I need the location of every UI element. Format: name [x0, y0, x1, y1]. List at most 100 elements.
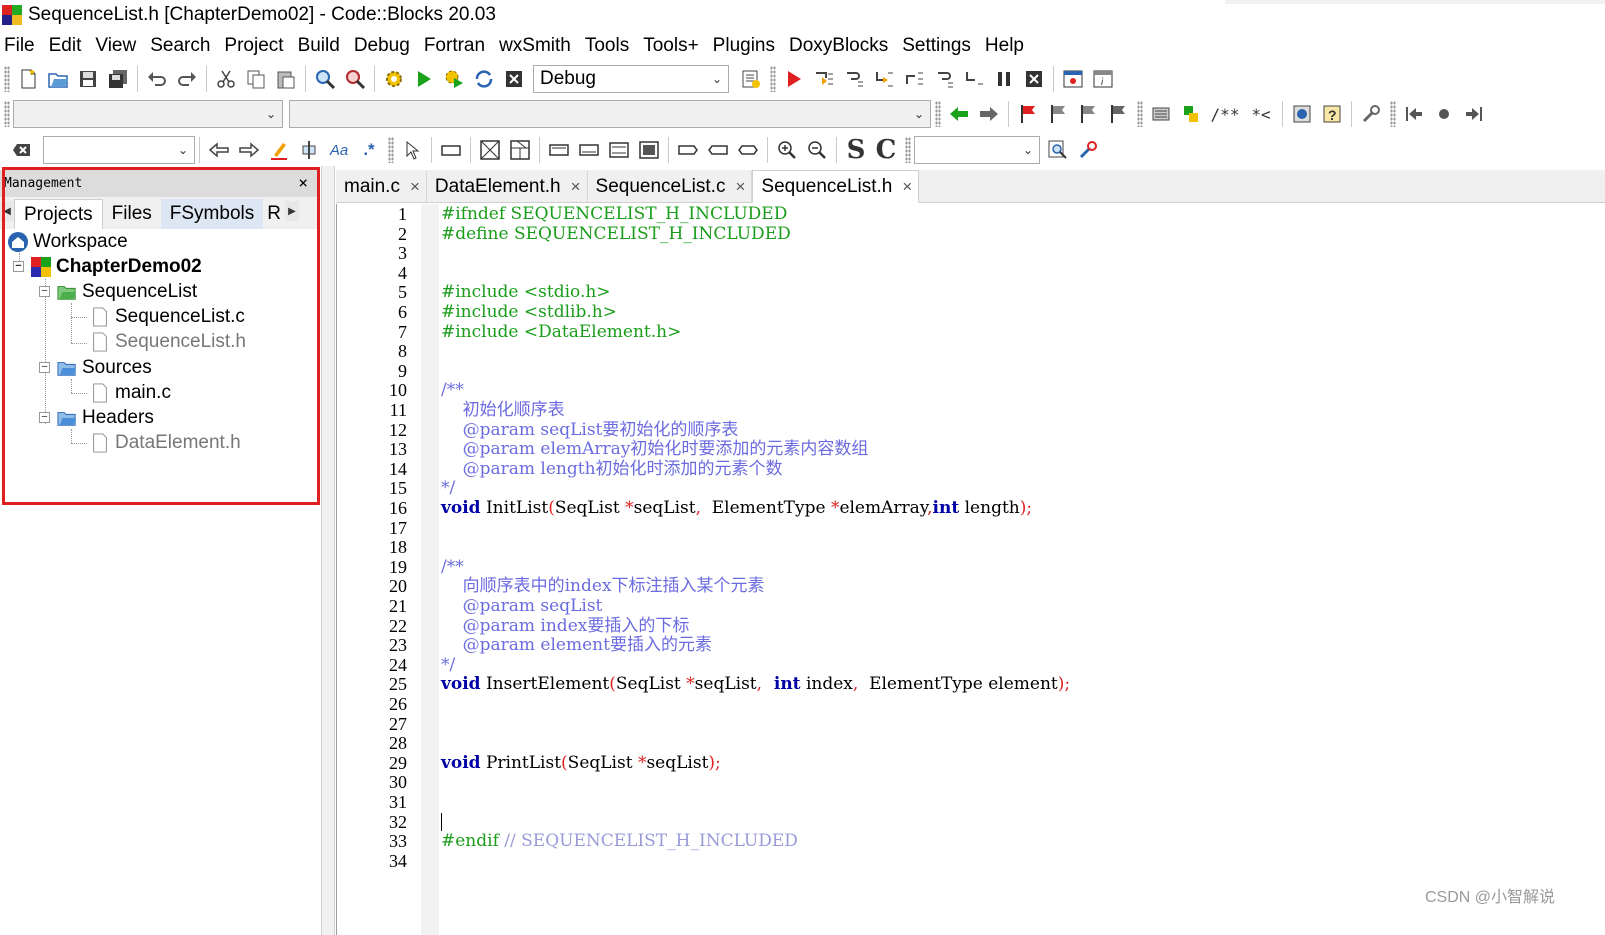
shape-ifelse-icon[interactable]: [506, 136, 534, 164]
build-target-select[interactable]: Debug ⌄: [533, 65, 729, 93]
menu-view[interactable]: View: [88, 35, 143, 57]
search-text-input[interactable]: ⌄: [43, 136, 195, 164]
build-gear-icon[interactable]: [380, 65, 408, 93]
doxy-block-comment-button[interactable]: /**: [1207, 100, 1243, 128]
doxyblocks-config-icon[interactable]: [1357, 100, 1385, 128]
debugging-windows-icon[interactable]: [1059, 65, 1087, 93]
collapse-icon[interactable]: −: [39, 412, 50, 423]
copy-icon[interactable]: [242, 65, 270, 93]
match-case-button[interactable]: Aa: [325, 136, 353, 164]
cut-icon[interactable]: [212, 65, 240, 93]
menu-edit[interactable]: Edit: [42, 35, 89, 57]
doxyblocks-extract-icon[interactable]: [1177, 100, 1205, 128]
close-tab-icon[interactable]: ×: [410, 177, 420, 197]
close-tab-icon[interactable]: ×: [735, 177, 745, 197]
step-into-icon[interactable]: [870, 65, 898, 93]
thread-search-icon[interactable]: [1044, 136, 1072, 164]
tree-project-chapterdemo02[interactable]: − ChapterDemo02: [13, 254, 202, 279]
editor-tab-sequencelist-c[interactable]: SequenceList.c ×: [587, 171, 753, 202]
toolbar-grip[interactable]: [4, 66, 10, 92]
shape-io-icon[interactable]: [674, 136, 702, 164]
save-icon[interactable]: [74, 65, 102, 93]
record-dot-icon[interactable]: [1430, 100, 1458, 128]
menu-build[interactable]: Build: [291, 35, 347, 57]
zoom-out-icon[interactable]: [803, 136, 831, 164]
shape-decision-icon[interactable]: [476, 136, 504, 164]
new-file-icon[interactable]: [14, 65, 42, 93]
shape-loop-icon[interactable]: [545, 136, 573, 164]
shape-input-icon[interactable]: [704, 136, 732, 164]
tab-scroll-left-icon[interactable]: ◀: [0, 201, 14, 221]
jump-forward-icon[interactable]: [975, 100, 1003, 128]
paste-icon[interactable]: [272, 65, 300, 93]
collapse-icon[interactable]: −: [39, 362, 50, 373]
scope-select[interactable]: ⌄: [13, 100, 283, 128]
run-html-icon[interactable]: [1288, 100, 1316, 128]
selected-text-only-icon[interactable]: [295, 136, 323, 164]
undo-icon[interactable]: [143, 65, 171, 93]
select-pointer-icon[interactable]: [398, 136, 426, 164]
first-line-icon[interactable]: [1400, 100, 1428, 128]
function-select[interactable]: ⌄: [289, 100, 931, 128]
fold-margin[interactable]: [421, 204, 439, 935]
thread-search-options-icon[interactable]: [1074, 136, 1102, 164]
next-bookmark-icon[interactable]: [1074, 100, 1102, 128]
build-and-run-icon[interactable]: [440, 65, 468, 93]
tab-projects[interactable]: Projects: [14, 199, 103, 229]
shape-rectangle-icon[interactable]: [437, 136, 465, 164]
next-line-icon[interactable]: [840, 65, 868, 93]
editor-tab-sequencelist-h[interactable]: SequenceList.h ×: [752, 170, 920, 203]
regex-icon[interactable]: .*: [355, 136, 383, 164]
tree-file-sequencelist-c[interactable]: SequenceList.c: [89, 304, 245, 329]
show-target-dialog-icon[interactable]: [737, 65, 765, 93]
menu-doxyblocks[interactable]: DoxyBlocks: [782, 35, 895, 57]
tree-workspace[interactable]: Workspace: [7, 229, 128, 254]
doxyblocks-wizard-icon[interactable]: [1147, 100, 1175, 128]
pause-icon[interactable]: [990, 65, 1018, 93]
close-tab-icon[interactable]: ×: [902, 177, 912, 197]
run-chm-help-icon[interactable]: ?: [1318, 100, 1346, 128]
menu-wxsmith[interactable]: wxSmith: [492, 35, 578, 57]
jump-back-icon[interactable]: [945, 100, 973, 128]
menu-plugins[interactable]: Plugins: [706, 35, 782, 57]
shape-switch-icon[interactable]: [635, 136, 663, 164]
tree-folder-headers[interactable]: − Headers: [39, 405, 154, 430]
menu-project[interactable]: Project: [217, 35, 290, 57]
tab-resources[interactable]: R: [263, 199, 285, 229]
tree-file-dataelement-h[interactable]: DataElement.h: [89, 430, 241, 455]
menu-file[interactable]: File: [0, 35, 42, 57]
menu-help[interactable]: Help: [978, 35, 1031, 57]
tree-file-main-c[interactable]: main.c: [89, 380, 171, 405]
doxy-line-comment-button[interactable]: *<: [1245, 100, 1277, 128]
code-editor[interactable]: 1 2 3 4 5 6 7 8 9 10 11 12 13 14 15 16 17 18 19 20 21 22 23 24 2…: [336, 204, 1605, 935]
find-next-icon[interactable]: [235, 136, 263, 164]
zoom-in-icon[interactable]: [773, 136, 801, 164]
tree-folder-sources[interactable]: − Sources: [39, 355, 152, 380]
find-icon[interactable]: [311, 65, 339, 93]
redo-icon[interactable]: [173, 65, 201, 93]
collapse-icon[interactable]: −: [39, 286, 50, 297]
thread-search-input[interactable]: ⌄: [914, 136, 1040, 164]
next-instruction-icon[interactable]: [930, 65, 958, 93]
editor-tab-dataelement-h[interactable]: DataElement.h ×: [426, 171, 588, 202]
menu-tools[interactable]: Tools: [578, 35, 636, 57]
menu-tools-plus[interactable]: Tools+: [636, 35, 705, 57]
editor-tab-main-c[interactable]: main.c ×: [336, 171, 427, 202]
run-to-cursor-icon[interactable]: [810, 65, 838, 93]
clear-search-icon[interactable]: [8, 136, 36, 164]
clear-bookmarks-icon[interactable]: [1104, 100, 1132, 128]
menu-search[interactable]: Search: [143, 35, 217, 57]
stop-debugger-icon[interactable]: [1020, 65, 1048, 93]
abort-icon[interactable]: [500, 65, 528, 93]
close-tab-icon[interactable]: ×: [571, 177, 581, 197]
menu-settings[interactable]: Settings: [895, 35, 978, 57]
tab-files[interactable]: Files: [103, 199, 161, 229]
rebuild-icon[interactable]: [470, 65, 498, 93]
toggle-bookmark-icon[interactable]: [1014, 100, 1042, 128]
tree-file-sequencelist-h[interactable]: SequenceList.h: [89, 329, 246, 354]
last-line-icon[interactable]: [1460, 100, 1488, 128]
shape-call-icon[interactable]: [734, 136, 762, 164]
replace-icon[interactable]: [341, 65, 369, 93]
panel-splitter[interactable]: [321, 166, 335, 935]
open-file-icon[interactable]: [44, 65, 72, 93]
